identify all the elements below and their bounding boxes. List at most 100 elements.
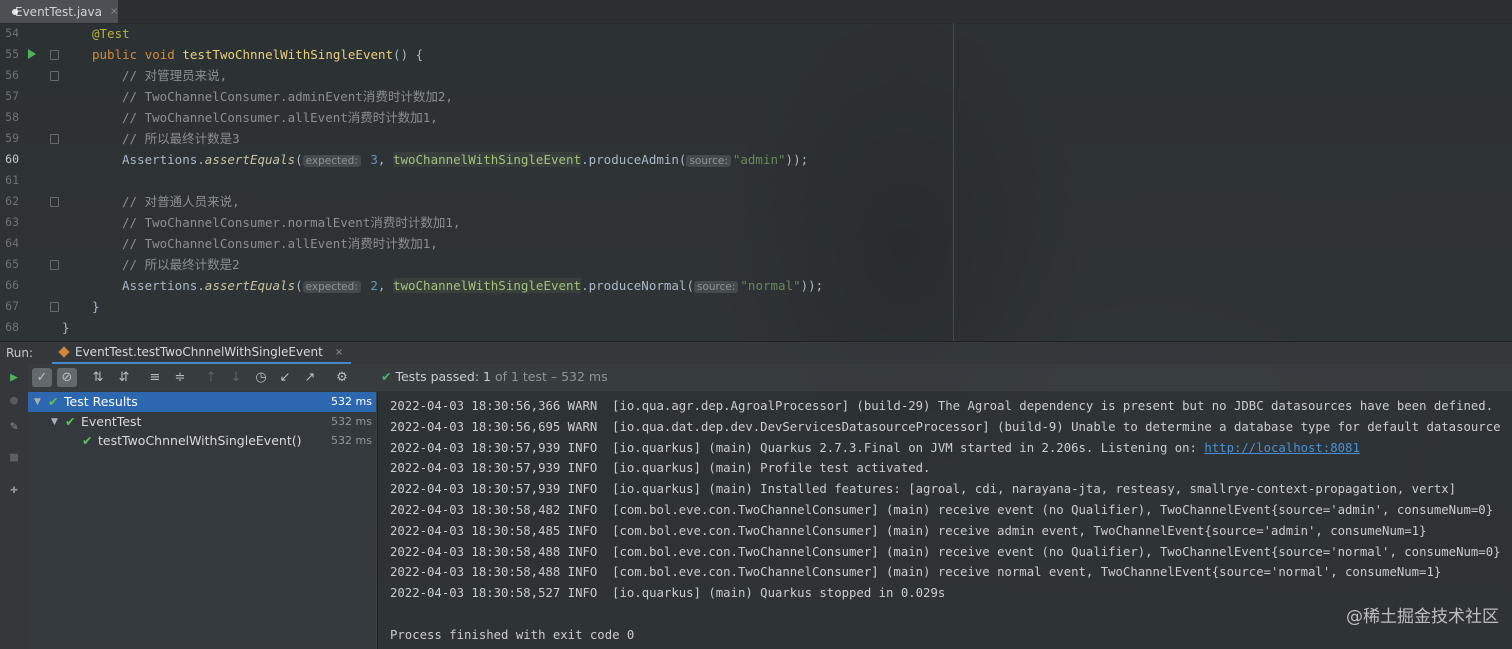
tree-node[interactable]: ▼ ✔ Test Results 532 ms	[28, 392, 376, 412]
code-line[interactable]: 58 // TwoChannelConsumer.allEvent消费时计数加1,	[0, 107, 1512, 128]
console-line: 2022-04-03 18:30:57,939 INFO [io.quarkus…	[390, 482, 1457, 497]
code-line[interactable]: 66 Assertions.assertEquals(expected: 2, t…	[0, 275, 1512, 296]
pin-icon[interactable]: ✚	[7, 483, 21, 497]
run-tab-label: EventTest.testTwoChnnelWithSingleEvent	[75, 345, 323, 359]
show-passed-icon[interactable]: ✓	[32, 368, 52, 387]
code-line[interactable]: 64 // TwoChannelConsumer.allEvent消费时计数加1,	[0, 233, 1512, 254]
code-text: // 对普通人员来说,	[122, 194, 240, 209]
code-text: }	[92, 299, 100, 314]
code-text: // TwoChannelConsumer.allEvent消费时计数加1,	[122, 110, 438, 125]
expand-arrow-icon[interactable]: ▼	[34, 392, 41, 412]
duration-label: 532 ms	[331, 395, 372, 408]
history-icon[interactable]: ◷	[251, 368, 271, 387]
localhost-link[interactable]: http://localhost:8081	[1204, 441, 1359, 455]
stop-icon[interactable]: ■	[7, 451, 21, 465]
line-number: 64	[5, 236, 19, 250]
console-line: 2022-04-03 18:30:58,485 INFO [com.bol.ev…	[390, 523, 1427, 538]
line-number: 58	[5, 110, 19, 124]
collapse-all-icon[interactable]: ≑	[170, 368, 190, 387]
code-text: @Test	[92, 26, 130, 41]
console-line: 2022-04-03 18:30:56,695 WARN [io.qua.dat…	[390, 419, 1501, 434]
line-number: 61	[5, 173, 19, 187]
wrench-icon[interactable]: ✎	[7, 420, 21, 434]
line-number: 66	[5, 278, 19, 292]
code-line[interactable]: 68}	[0, 317, 1512, 338]
fold-marker-icon[interactable]	[50, 260, 59, 270]
fold-marker-icon[interactable]	[50, 197, 59, 207]
code-text: // 对管理员来说,	[122, 68, 228, 83]
code-text: Assertions.assertEquals(expected: 2, two…	[122, 278, 824, 293]
watermark: @稀土掘金技术社区	[1346, 607, 1499, 627]
close-icon[interactable]: ×	[335, 347, 343, 358]
tree-node-label: testTwoChnnelWithSingleEvent()	[98, 433, 302, 448]
code-text: // TwoChannelConsumer.allEvent消费时计数加1,	[122, 236, 438, 251]
code-editor[interactable]: 54 @Test 55 public void testTwoChnnelWithSi…	[0, 23, 1512, 341]
console-line: 2022-04-03 18:30:57,939 INFO [io.quarkus…	[390, 440, 1360, 455]
console-line: 2022-04-03 18:30:58,482 INFO [com.bol.ev…	[390, 503, 1494, 517]
run-side-toolbar: ▶ ● ✎ ■ ✚	[0, 364, 28, 649]
line-number: 65	[5, 257, 19, 271]
import-tests-icon[interactable]: ↙	[275, 368, 295, 387]
expand-all-icon[interactable]: ≡	[145, 368, 165, 387]
show-ignored-icon[interactable]: ⊘	[57, 368, 77, 387]
line-number: 57	[5, 89, 19, 103]
console-output[interactable]: 2022-04-03 18:30:56,366 WARN [io.qua.agr…	[377, 391, 1512, 649]
line-number: 54	[5, 26, 19, 40]
test-runner-toolbar: ✓ ⊘ ⇅ ⇵ ≡ ≑ ↑ ↓ ◷ ↙ ↗ ⚙ ✔ Tests passed: 1…	[28, 364, 1512, 391]
code-line[interactable]: 55 public void testTwoChnnelWithSingleEve…	[0, 44, 1512, 65]
code-line[interactable]: 67}	[0, 296, 1512, 317]
fold-marker-icon[interactable]	[50, 134, 59, 144]
line-number: 56	[5, 68, 19, 82]
tests-summary-text: of 1 test – 532 ms	[490, 369, 608, 384]
code-text: // TwoChannelConsumer.adminEvent消费时计数加2,	[122, 89, 453, 104]
tree-node[interactable]: ▼ ✔ EventTest 532 ms	[28, 412, 376, 432]
previous-failed-icon[interactable]: ↑	[201, 368, 221, 387]
settings-gear-icon[interactable]: ⚙	[332, 368, 352, 387]
close-icon[interactable]: ×	[110, 6, 118, 17]
code-line[interactable]: 57 // TwoChannelConsumer.adminEvent消费时计数加…	[0, 86, 1512, 107]
run-test-icon[interactable]	[28, 49, 36, 59]
console-line: 2022-04-03 18:30:57,939 INFO [io.quarkus…	[390, 461, 931, 476]
code-text: // 所以最终计数是3	[122, 131, 240, 146]
console-line: 2022-04-03 18:30:56,366 WARN [io.qua.agr…	[390, 399, 1494, 413]
tab-run-configuration[interactable]: EventTest.testTwoChnnelWithSingleEvent ×	[52, 342, 352, 364]
tab-eventtest-java[interactable]: EventTest.java ×	[0, 0, 118, 23]
expand-arrow-icon[interactable]: ▼	[51, 412, 58, 432]
code-text: }	[62, 320, 70, 335]
code-line[interactable]: 54 @Test	[0, 23, 1512, 44]
run-tool-window-header: Run: EventTest.testTwoChnnelWithSingleEv…	[0, 341, 1512, 364]
code-line[interactable]: 56 // 对管理员来说,	[0, 65, 1512, 86]
line-number: 60	[5, 152, 19, 166]
code-line[interactable]: 65 // 所以最终计数是2	[0, 254, 1512, 275]
line-number: 63	[5, 215, 19, 229]
line-number: 67	[5, 299, 19, 313]
rerun-icon[interactable]: ▶	[7, 371, 21, 385]
test-results-tree[interactable]: ▼ ✔ Test Results 532 ms ▼ ✔ EventTest 532 ms ✔ te…	[28, 391, 376, 649]
line-number: 59	[5, 131, 19, 145]
line-number: 68	[5, 320, 19, 334]
export-tests-icon[interactable]: ↗	[300, 368, 320, 387]
code-line[interactable]: 62 // 对普通人员来说,	[0, 191, 1512, 212]
fold-marker-icon[interactable]	[50, 302, 59, 312]
tests-passed-text: Tests passed: 1	[395, 369, 491, 384]
duration-label: 532 ms	[331, 434, 372, 447]
code-line[interactable]: 63 // TwoChannelConsumer.normalEvent消费时计数…	[0, 212, 1512, 233]
fold-marker-icon[interactable]	[50, 71, 59, 81]
tree-node-label: Test Results	[64, 394, 138, 409]
sort-alphabetically-icon[interactable]: ⇅	[88, 368, 108, 387]
tree-node[interactable]: ✔ testTwoChnnelWithSingleEvent() 532 ms	[28, 431, 376, 451]
duration-label: 532 ms	[331, 414, 372, 428]
console-line: 2022-04-03 18:30:58,488 INFO [com.bol.ev…	[390, 544, 1501, 559]
fold-marker-icon[interactable]	[50, 50, 59, 60]
next-failed-icon[interactable]: ↓	[226, 368, 246, 387]
sort-by-duration-icon[interactable]: ⇵	[114, 368, 134, 387]
code-line[interactable]: 59 // 所以最终计数是3	[0, 128, 1512, 149]
check-icon: ✔	[381, 369, 392, 384]
code-line[interactable]: 60 Assertions.assertEquals(expected: 3, t…	[0, 149, 1512, 170]
passed-check-icon: ✔	[65, 413, 76, 429]
code-line[interactable]: 61	[0, 170, 1512, 191]
debug-icon[interactable]: ●	[7, 394, 21, 408]
console-line: 2022-04-03 18:30:58,488 INFO [com.bol.ev…	[390, 565, 1442, 580]
code-text: Assertions.assertEquals(expected: 3, two…	[122, 152, 809, 167]
test-status: ✔ Tests passed: 1 of 1 test – 532 ms	[381, 369, 608, 384]
